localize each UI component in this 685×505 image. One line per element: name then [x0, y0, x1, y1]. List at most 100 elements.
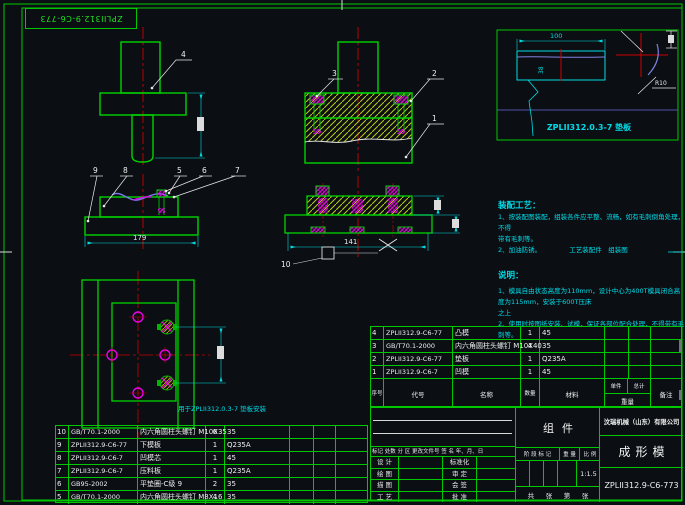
bom-qty: 1 — [206, 439, 225, 451]
callout-10: 10 — [281, 260, 291, 269]
stage-cell — [516, 461, 530, 486]
revision-header: 标记 处数 分 区 更改文件号 签 名 年、月、日 — [371, 447, 516, 457]
bom-qty: 1 — [206, 465, 225, 477]
weight-header: 重 量 — [560, 448, 580, 460]
bom-name: 下模板 — [138, 439, 206, 451]
bom-table-upper: 4 ZPLII312.9-C6-77 凸模 1 45 3 GB/T70.1-20… — [370, 326, 682, 408]
cad-drawing-canvas[interactable]: 179 141 100 38 R10 4 9 8 5 6 7 3 2 1 10 … — [0, 0, 685, 505]
bom-seq: 3 — [371, 340, 384, 352]
bom-total-weight — [629, 366, 651, 378]
bom-unit-weight — [290, 478, 314, 490]
bom-name: 凹模芯 — [138, 452, 206, 464]
bom-total-weight — [629, 327, 651, 339]
bom-unit-weight — [290, 465, 314, 477]
drawing-number: ZPLII312.9-C6-773 — [604, 480, 679, 490]
bom-header-material: 材料 — [540, 379, 605, 408]
table-row: 5 GB/T70.1-2000 内六角圆柱头螺钉 M8X16 4 35 — [56, 491, 367, 504]
datum-square — [321, 246, 335, 260]
callout-2: 2 — [432, 69, 437, 78]
table-row: 8 ZPLII312.9-C6-7 凹模芯 1 45 — [56, 452, 367, 465]
role-approve: 批 准 — [443, 491, 477, 502]
view-upperdie-section — [304, 27, 444, 173]
bom-note — [651, 353, 681, 365]
corner-drawing-number-box: ZPLII312.9-C6-773 — [25, 8, 137, 29]
note-line: 1、模具自由状态高度为110mm，设计中心为400T模具闭合高度为115mm，安… — [498, 287, 681, 306]
title-block-middle: 组件 阶 段 标 记 重 量 比 例 1:1.5 共 张 第 张 — [516, 408, 600, 502]
bom-note — [336, 439, 367, 451]
bom-material: 45 — [540, 366, 605, 378]
revision-rows — [371, 408, 516, 447]
bom-note — [651, 340, 681, 352]
note-line: 1、按装配图装配，组装各件应平整、流畅，如有毛刺倒角处理，不得 — [498, 213, 685, 232]
bom-code: GB/T70.1-2000 — [69, 426, 138, 438]
bom-unit-weight — [290, 426, 314, 438]
table-row: 10 GB/T70.1-2000 内六角圆柱头螺钉 M10X35 6 35 — [56, 426, 367, 439]
bom-note — [336, 478, 367, 490]
signature-cell — [399, 491, 443, 502]
weight-cell — [557, 461, 577, 486]
bom-note — [336, 426, 367, 438]
note-line: 之上 — [498, 309, 511, 317]
view-lowerdie-front: 179 — [84, 174, 246, 252]
role-trace: 描 图 — [371, 480, 399, 491]
callout-8: 8 — [123, 166, 128, 175]
signature-cell — [399, 480, 443, 491]
bom-seq: 1 — [371, 366, 384, 378]
bom-total-weight — [314, 465, 336, 477]
dim-text: 100 — [550, 32, 562, 40]
bom-header-row: 序号 代号 名称 数量 材料 单件 总计 重量 备注 — [371, 379, 681, 408]
bom-qty: 2 — [206, 478, 225, 490]
bom-header-weight: 重量 — [621, 398, 634, 406]
bom-table-lower: 10 GB/T70.1-2000 内六角圆柱头螺钉 M10X35 6 35 9 … — [55, 425, 368, 504]
table-row: 4 ZPLII312.9-C6-77 凸模 1 45 — [371, 327, 681, 340]
bom-seq: 7 — [56, 465, 69, 477]
bom-seq: 2 — [371, 353, 384, 365]
role-draw: 绘 图 — [371, 468, 399, 479]
bom-material: 45 — [225, 452, 290, 464]
callout-1: 1 — [432, 114, 437, 123]
stage-header-row: 阶 段 标 记 重 量 比 例 — [516, 448, 600, 461]
title-block-revision-area: 标记 处数 分 区 更改文件号 签 名 年、月、日 设 计 标准化 绘 图 审 … — [371, 408, 516, 502]
callout-7: 7 — [235, 166, 240, 175]
product-name: 成形模 — [600, 436, 683, 468]
table-row: 6 GB95-2002 平垫圈-C级 9 2 35 — [56, 478, 367, 491]
bom-qty: 1 — [206, 452, 225, 464]
bom-header-note: 备注 — [659, 390, 673, 399]
bom-code: ZPLII312.9-C6-7 — [69, 452, 138, 464]
role-process: 工 艺 — [371, 491, 399, 502]
bom-material: 35 — [225, 478, 290, 490]
role-design: 设 计 — [371, 457, 399, 468]
bom-qty: 1 — [521, 366, 540, 378]
bom-unit-weight — [605, 340, 629, 352]
dim-text-blob — [197, 117, 204, 131]
dim-top — [516, 39, 606, 50]
corner-drawing-number: ZPLII312.9-C6-773 — [39, 14, 123, 23]
bom-total-weight — [314, 426, 336, 438]
scale-header: 比 例 — [583, 452, 597, 458]
note-line: 带有毛刺等。 — [498, 235, 537, 243]
bom-header-qty: 数量 — [521, 379, 540, 408]
screw-symbol-top — [157, 319, 177, 335]
title-block: 标记 处数 分 区 更改文件号 签 名 年、月、日 设 计 标准化 绘 图 审 … — [370, 407, 683, 502]
bom-unit-weight — [605, 353, 629, 365]
screw-symbol-bottom — [157, 375, 177, 391]
table-row: 7 ZPLII312.9-C6-7 压料板 1 Q235A — [56, 465, 367, 478]
title-block-right: 汶瑞机械（山东）有限公司 成形模 ZPLII312.9-C6-773 — [600, 408, 683, 502]
small-screw — [156, 189, 167, 215]
bom-material: 45 — [540, 327, 605, 339]
bom-name: 内六角圆柱头螺钉 M10X40 — [455, 340, 542, 352]
bom-unit-weight — [290, 491, 314, 504]
signature-cell — [399, 457, 443, 468]
plan-view-note: 用于ZPLII312.0.3-7 垫板安装 — [178, 405, 267, 413]
dim-text: R10 — [655, 80, 667, 87]
table-row: 3 GB/T70.1-2000 内六角圆柱头螺钉 M10X40 4 35 — [371, 340, 681, 353]
dim-text: 141 — [344, 238, 357, 246]
bom-unit-weight — [290, 452, 314, 464]
bom-header-name: 名称 — [453, 379, 521, 408]
role-standardization: 标准化 — [443, 457, 477, 468]
bom-qty: 1 — [521, 327, 540, 339]
notes-title: 装配工艺： — [498, 201, 541, 211]
bom-code: ZPLII312.9-C6-7 — [69, 465, 138, 477]
signature-cell — [477, 480, 516, 491]
leaders — [86, 175, 246, 223]
